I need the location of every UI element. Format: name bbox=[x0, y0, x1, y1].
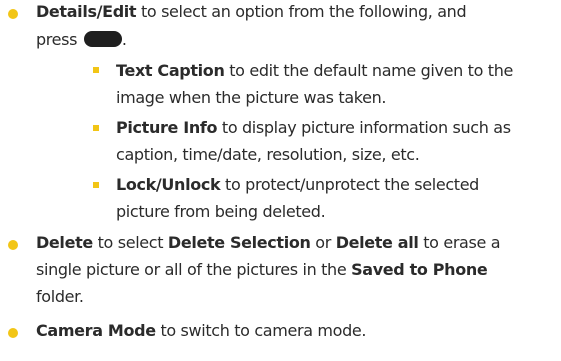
sub-bullet-icon bbox=[93, 182, 99, 188]
item-text: to select an option from the following, … bbox=[136, 2, 467, 21]
item-bold-text: Delete all bbox=[335, 233, 419, 252]
sub-item-text: image when the picture was taken. bbox=[116, 88, 387, 107]
sub-item-text: picture from being deleted. bbox=[116, 202, 326, 221]
sub-item-picture-info-line2: caption, time/date, resolution, size, et… bbox=[116, 141, 420, 170]
sub-item-text-caption: Text Caption to edit the default name gi… bbox=[116, 57, 513, 86]
item-title: Camera Mode bbox=[36, 321, 156, 340]
sub-item-title: Lock/Unlock bbox=[116, 175, 221, 194]
sub-item-text: to edit the default name given to the bbox=[224, 61, 513, 80]
list-item-details-edit: Details/Edit to select an option from th… bbox=[36, 0, 467, 27]
item-text: to switch to camera mode. bbox=[155, 321, 367, 340]
bullet-icon bbox=[8, 240, 18, 250]
sub-item-title: Text Caption bbox=[116, 61, 225, 80]
sub-item-lock-unlock: Lock/Unlock to protect/unprotect the sel… bbox=[116, 171, 479, 200]
sub-item-text-caption-line2: image when the picture was taken. bbox=[116, 84, 386, 113]
sub-bullet-icon bbox=[93, 125, 99, 131]
menu-ok-key-icon bbox=[83, 31, 122, 47]
list-item-camera-mode: Camera Mode to switch to camera mode. bbox=[36, 317, 366, 346]
item-text: press bbox=[36, 30, 78, 49]
sub-item-text: caption, time/date, resolution, size, et… bbox=[116, 145, 420, 164]
bullet-icon bbox=[8, 9, 18, 19]
list-item-details-edit-line2: press . bbox=[36, 26, 127, 55]
item-bold-text: Delete Selection bbox=[167, 233, 311, 252]
list-item-delete-line2: single picture or all of the pictures in… bbox=[36, 256, 488, 285]
item-text: single picture or all of the pictures in… bbox=[36, 260, 352, 279]
list-item-delete-line3: folder. bbox=[36, 283, 84, 312]
item-text: to erase a bbox=[418, 233, 501, 252]
item-text: or bbox=[310, 233, 336, 252]
item-text-end: . bbox=[121, 30, 127, 49]
sub-item-text: to display picture information such as bbox=[217, 118, 511, 137]
sub-item-picture-info: Picture Info to display picture informat… bbox=[116, 114, 511, 143]
item-title: Details/Edit bbox=[36, 2, 137, 21]
item-text: to select bbox=[92, 233, 168, 252]
list-item-delete: Delete to select Delete Selection or Del… bbox=[36, 229, 501, 258]
sub-item-lock-unlock-line2: picture from being deleted. bbox=[116, 198, 326, 227]
sub-item-title: Picture Info bbox=[116, 118, 218, 137]
item-title: Delete bbox=[36, 233, 93, 252]
item-text: folder. bbox=[36, 287, 84, 306]
sub-bullet-icon bbox=[93, 67, 99, 73]
bullet-icon bbox=[8, 328, 18, 338]
sub-item-text: to protect/unprotect the selected bbox=[220, 175, 479, 194]
item-bold-text: Saved to Phone bbox=[351, 260, 488, 279]
